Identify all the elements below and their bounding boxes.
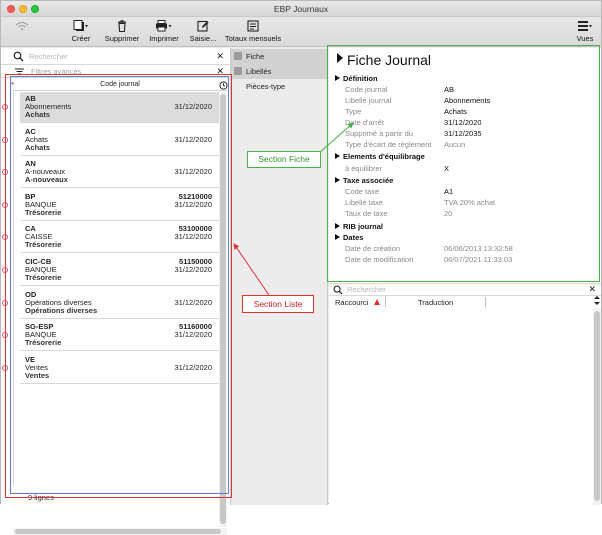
section-liste-label: Section Liste [242,295,314,313]
section-liste-arrow [233,243,270,296]
section-fiche-arrow [318,122,354,154]
annotation-arrows [233,122,354,296]
list-horizontal-scroll-thumb[interactable] [15,529,221,534]
list-horizontal-scrollbar[interactable] [13,528,227,535]
section-fiche-label: Section Fiche [247,151,321,168]
app-window: EBP Journaux Créer Supprimer Imprimer Sa… [0,0,602,535]
